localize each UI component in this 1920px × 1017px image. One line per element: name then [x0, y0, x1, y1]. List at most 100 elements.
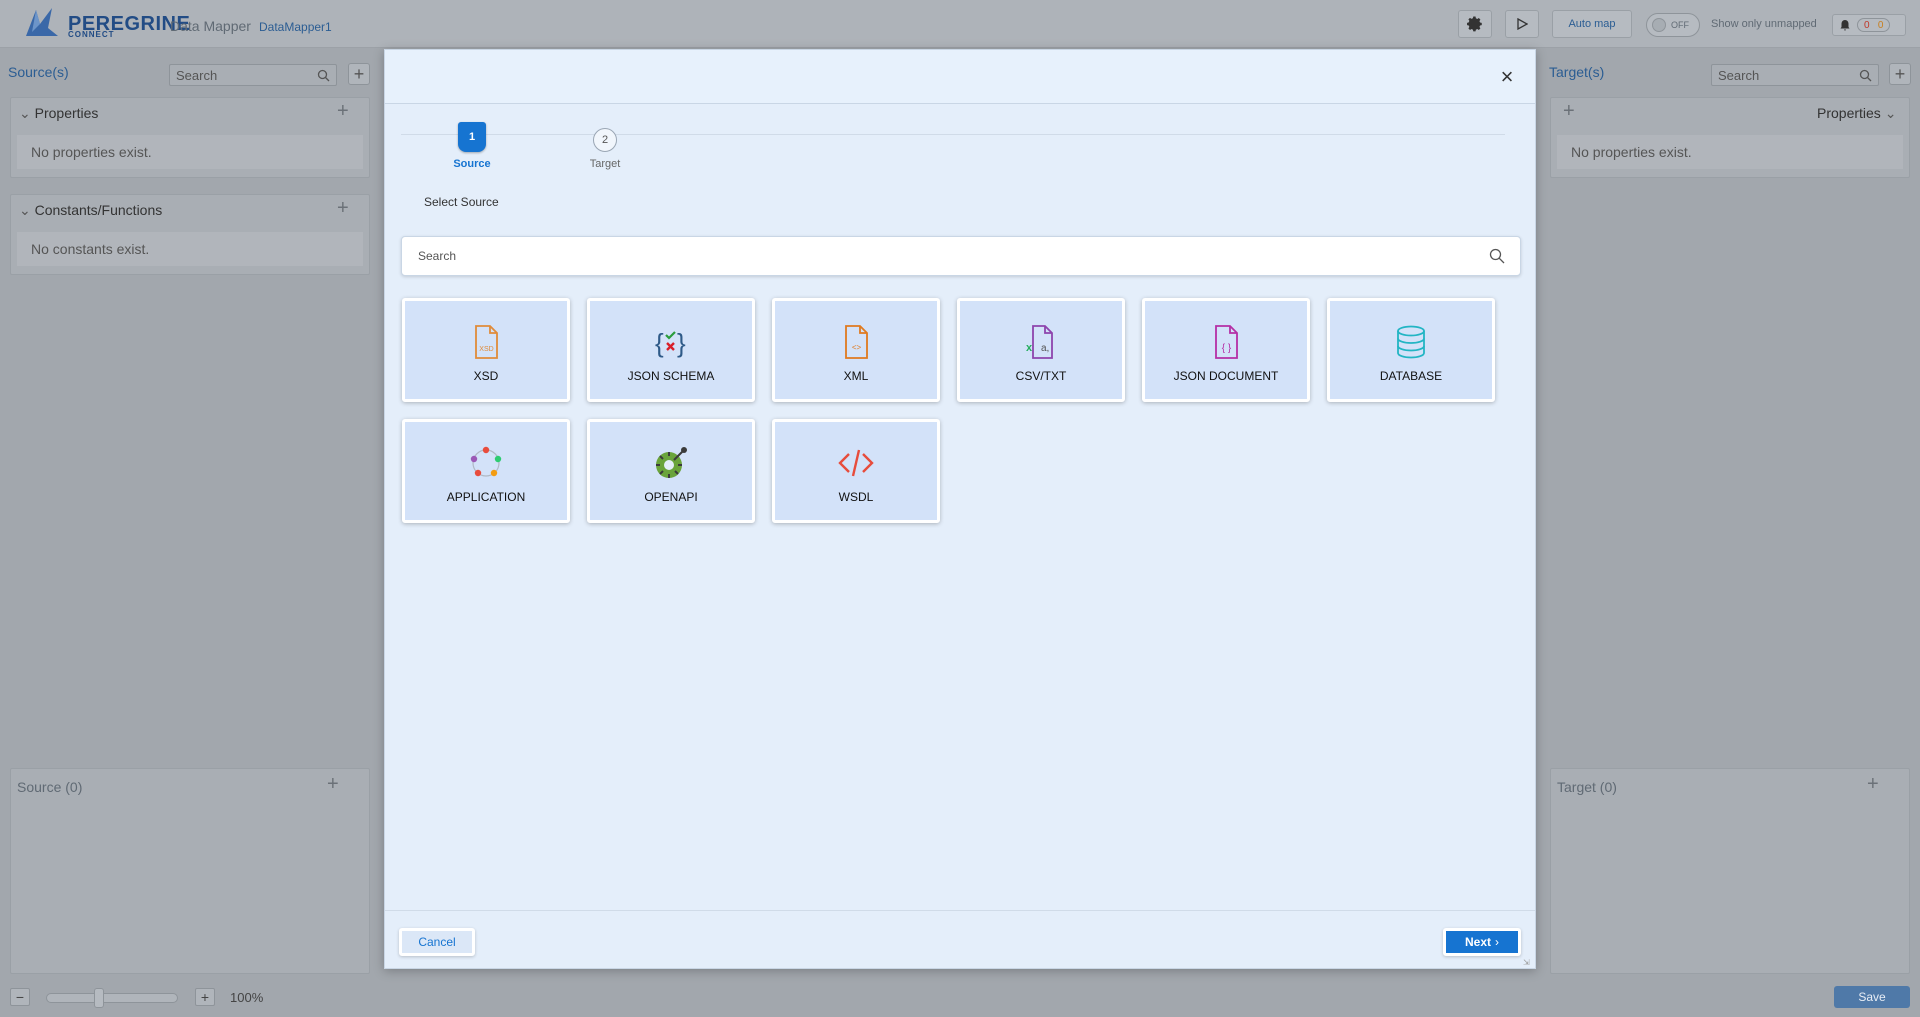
top-bar: PEREGRINE CONNECT Data Mapper DataMapper…: [0, 0, 1920, 48]
tile-openapi[interactable]: OPENAPI: [587, 419, 755, 523]
xml-file-icon: <>: [845, 325, 868, 359]
tile-label: XML: [843, 369, 869, 383]
chevron-down-icon: ⌄: [19, 202, 31, 218]
tile-label: CSV/TXT: [1015, 369, 1067, 383]
bell-icon: [1840, 20, 1850, 31]
source-search-input[interactable]: Search: [169, 64, 337, 86]
constants-card: ⌄ Constants/Functions + No constants exi…: [10, 194, 370, 275]
tile-label: APPLICATION: [446, 490, 526, 504]
add-target-button[interactable]: +: [1889, 63, 1911, 85]
properties-card: ⌄ Properties + No properties exist.: [10, 97, 370, 178]
gear-icon: [1467, 16, 1482, 32]
tile-label: XSD: [473, 369, 499, 383]
svg-text:a,: a,: [1041, 343, 1049, 354]
add-document-modal: × 1 Source 2 Target Select Source Search…: [384, 49, 1536, 969]
tile-application[interactable]: APPLICATION: [402, 419, 570, 523]
toggle-knob: [1652, 18, 1666, 32]
svg-text:{: {: [655, 328, 664, 358]
error-count: 0: [1864, 20, 1870, 31]
resize-handle-icon[interactable]: ⇲: [1523, 958, 1533, 968]
application-icon: [470, 446, 502, 477]
show-unmapped-label: Show only unmapped: [1711, 18, 1817, 30]
modal-footer-divider: [385, 910, 1535, 911]
properties-title: Properties: [34, 105, 99, 121]
no-target-properties-message: No properties exist.: [1557, 135, 1903, 169]
step-2-indicator[interactable]: 2: [593, 128, 617, 152]
constants-header[interactable]: ⌄ Constants/Functions: [19, 202, 162, 219]
database-icon: [1397, 325, 1425, 359]
tile-label: DATABASE: [1379, 369, 1443, 383]
logo-subtext: CONNECT: [68, 30, 115, 39]
constants-title: Constants/Functions: [34, 202, 163, 218]
source-tree-panel: Source (0) +: [10, 768, 370, 974]
json-document-icon: { }: [1215, 325, 1238, 359]
search-icon: [317, 69, 330, 82]
target-search-placeholder: Search: [1718, 67, 1760, 83]
tile-database[interactable]: DATABASE: [1327, 298, 1495, 402]
next-label: Next: [1464, 935, 1491, 949]
step-1-label: Source: [453, 158, 491, 170]
zoom-slider[interactable]: [46, 993, 178, 1003]
add-property-button[interactable]: +: [337, 100, 349, 123]
svg-text:{ }: { }: [1222, 343, 1232, 354]
zoom-level: 100%: [230, 990, 264, 1005]
tile-wsdl[interactable]: WSDL: [772, 419, 940, 523]
app-name: Data Mapper: [170, 18, 251, 34]
json-schema-icon: {}: [655, 328, 686, 358]
run-button[interactable]: [1505, 10, 1539, 38]
no-properties-message: No properties exist.: [17, 135, 363, 169]
warning-count: 0: [1877, 20, 1884, 31]
next-button[interactable]: Next ›: [1443, 928, 1521, 956]
targets-title: Target(s): [1549, 64, 1605, 80]
add-target-document-button[interactable]: +: [1867, 773, 1879, 796]
no-constants-message: No constants exist.: [17, 232, 363, 266]
add-source-button[interactable]: +: [348, 63, 370, 85]
play-icon: [1517, 18, 1528, 30]
add-constant-button[interactable]: +: [337, 197, 349, 220]
chevron-down-icon: ⌄: [19, 105, 31, 121]
step-1-indicator[interactable]: 1: [458, 122, 486, 152]
source-type-search-input[interactable]: Search: [401, 236, 1521, 276]
target-search-input[interactable]: Search: [1711, 64, 1879, 86]
tile-csv-txt[interactable]: x a, CSV/TXT: [957, 298, 1125, 402]
step-2-label: Target: [589, 158, 621, 170]
search-icon: [1859, 69, 1872, 82]
zoom-in-button[interactable]: +: [195, 988, 215, 1006]
toggle-state-label: OFF: [1671, 20, 1689, 30]
add-source-document-button[interactable]: +: [327, 773, 339, 796]
add-target-property-button[interactable]: +: [1563, 100, 1575, 123]
source-count-title: Source (0): [17, 779, 83, 795]
modal-header: [385, 50, 1535, 104]
notifications-button[interactable]: 0 0: [1832, 14, 1906, 36]
close-icon[interactable]: ×: [1497, 66, 1517, 88]
tile-xml[interactable]: <> XML: [772, 298, 940, 402]
save-button[interactable]: Save: [1834, 986, 1910, 1008]
zoom-out-button[interactable]: −: [10, 988, 30, 1006]
settings-button[interactable]: [1458, 10, 1492, 38]
show-unmapped-toggle[interactable]: OFF: [1646, 13, 1700, 37]
sources-title: Source(s): [8, 64, 69, 80]
tile-xsd[interactable]: XSD XSD: [402, 298, 570, 402]
chevron-down-icon: ⌄: [1884, 105, 1897, 121]
search-icon: [1489, 248, 1505, 264]
tile-label: JSON SCHEMA: [627, 369, 715, 383]
target-properties-header[interactable]: Properties ⌄: [1817, 105, 1896, 122]
properties-header[interactable]: ⌄ Properties: [19, 105, 98, 122]
tile-json-schema[interactable]: {} JSON SCHEMA: [587, 298, 755, 402]
cancel-button[interactable]: Cancel: [399, 928, 475, 956]
tile-json-document[interactable]: { } JSON DOCUMENT: [1142, 298, 1310, 402]
tile-label: WSDL: [838, 490, 874, 504]
svg-text:XSD: XSD: [479, 346, 493, 353]
wsdl-code-icon: [838, 449, 874, 477]
tile-label: OPENAPI: [644, 490, 698, 504]
target-count-title: Target (0): [1557, 779, 1617, 795]
auto-map-button[interactable]: Auto map: [1552, 10, 1632, 38]
tile-label: JSON DOCUMENT: [1173, 369, 1279, 383]
document-name[interactable]: DataMapper1: [259, 20, 332, 34]
xsd-file-icon: XSD: [475, 325, 498, 359]
zoom-slider-thumb[interactable]: [94, 988, 104, 1008]
target-properties-title: Properties: [1817, 105, 1881, 121]
openapi-icon: [656, 447, 687, 478]
svg-text:<>: <>: [852, 343, 862, 352]
select-source-title: Select Source: [424, 195, 499, 209]
